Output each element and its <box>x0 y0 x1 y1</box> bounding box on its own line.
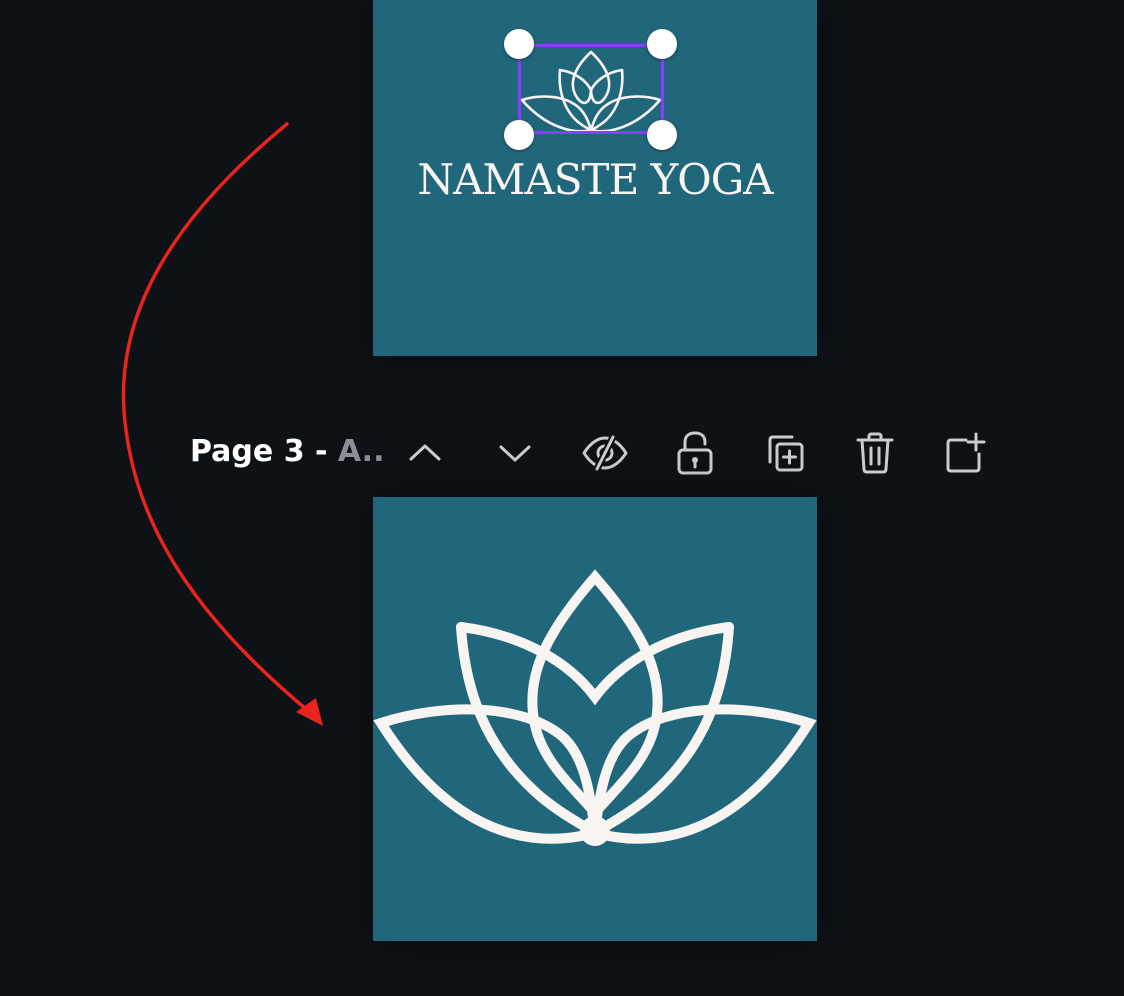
move-page-down-button[interactable] <box>490 428 540 478</box>
page-toolbar: Page 3 - A.. <box>190 422 1000 484</box>
chevron-up-icon <box>409 444 441 461</box>
editor-canvas[interactable]: NAMASTE YOGA Page 3 - A.. <box>0 0 1124 996</box>
unlock-icon <box>677 431 713 475</box>
selection-box <box>518 44 664 134</box>
page-title[interactable]: Page 3 - A.. <box>190 432 384 472</box>
hide-page-button[interactable] <box>580 428 630 478</box>
chevron-down-icon <box>499 445 531 462</box>
resize-handle-bottom-left[interactable] <box>504 120 534 150</box>
resize-handle-bottom-right[interactable] <box>647 120 677 150</box>
eye-slash-icon <box>582 433 628 473</box>
page-number-label: Page 3 - <box>190 434 338 469</box>
lotus-logo-large[interactable] <box>373 497 817 941</box>
lock-page-button[interactable] <box>670 428 720 478</box>
design-page-bottom[interactable] <box>373 497 817 941</box>
duplicate-page-button[interactable] <box>760 428 810 478</box>
trash-icon <box>856 432 894 474</box>
brand-title-text[interactable]: NAMASTE YOGA <box>373 154 817 206</box>
duplicate-icon <box>768 435 804 472</box>
resize-handle-top-left[interactable] <box>504 29 534 59</box>
resize-handle-top-right[interactable] <box>647 29 677 59</box>
move-page-up-button[interactable] <box>400 428 450 478</box>
add-page-button[interactable] <box>940 428 990 478</box>
delete-page-button[interactable] <box>850 428 900 478</box>
page-name-label[interactable]: A.. <box>338 434 385 469</box>
design-page-top[interactable]: NAMASTE YOGA <box>373 0 817 356</box>
add-page-icon <box>946 432 986 473</box>
